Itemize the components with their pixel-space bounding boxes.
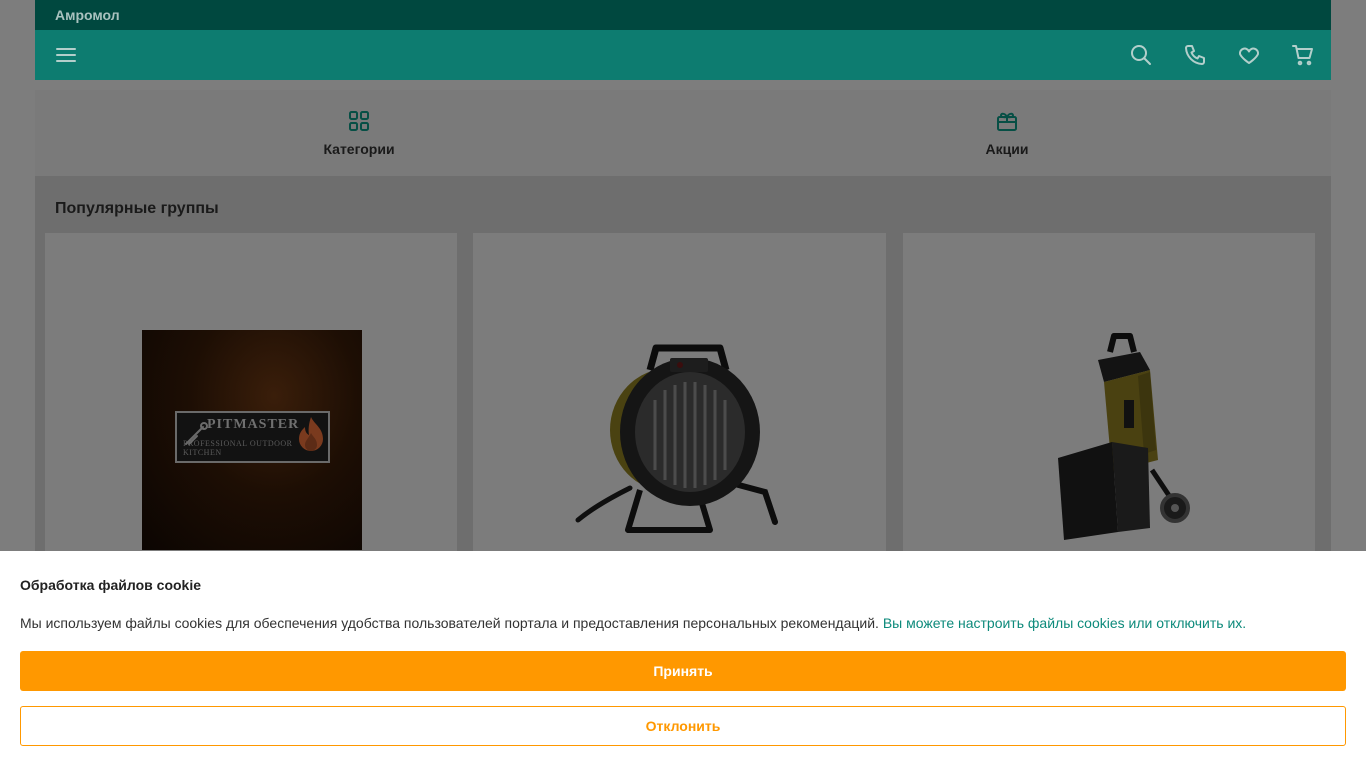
section-title: Популярные группы [55, 200, 219, 217]
pitmaster-logo: PITMASTER PROFESSIONAL OUTDOOR KITCHEN [175, 411, 330, 463]
tongs-icon [185, 422, 208, 445]
quick-link-promotions[interactable]: Акции [683, 90, 1331, 176]
phone-icon[interactable] [1183, 43, 1207, 67]
decline-button[interactable]: Отклонить [20, 706, 1346, 746]
quick-links: Категории Акции [35, 90, 1331, 176]
quick-link-label: Акции [985, 141, 1029, 157]
heart-icon[interactable] [1237, 43, 1261, 67]
header-actions [1099, 43, 1315, 67]
accept-button[interactable]: Принять [20, 651, 1346, 691]
cookie-banner: Обработка файлов cookie Мы используем фа… [0, 551, 1366, 768]
pitmaster-logo-image: PITMASTER PROFESSIONAL OUTDOOR KITCHEN [142, 330, 362, 550]
quick-link-categories[interactable]: Категории [35, 90, 683, 176]
top-bar: Амромол [35, 0, 1331, 30]
cart-icon[interactable] [1291, 43, 1315, 67]
search-icon[interactable] [1129, 43, 1153, 67]
grid-icon [349, 111, 369, 131]
cookie-description: Мы используем файлы cookies для обеспече… [20, 615, 1346, 631]
brand-name[interactable]: Амромол [55, 7, 120, 23]
garden-shredder-image [1057, 333, 1190, 540]
gift-icon [997, 112, 1017, 131]
menu-icon[interactable] [55, 46, 77, 64]
flame-icon [299, 417, 323, 451]
cookie-settings-link[interactable]: Вы можете настроить файлы cookies или от… [883, 615, 1246, 631]
cookie-text: Мы используем файлы cookies для обеспече… [20, 615, 879, 631]
cookie-title: Обработка файлов cookie [20, 577, 202, 593]
quick-link-label: Категории [323, 141, 395, 157]
fan-heater-image [575, 344, 779, 533]
nav-bar [35, 30, 1331, 80]
